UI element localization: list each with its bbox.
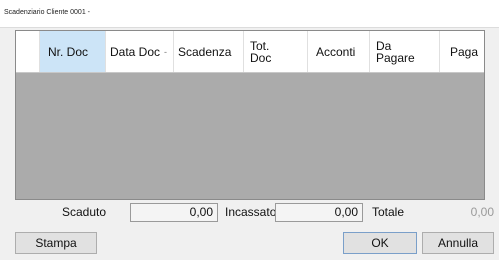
column-label: Data Doc xyxy=(110,44,161,59)
window-title: Scadenziario Cliente 0001 - xyxy=(4,9,90,16)
column-header-acconti[interactable]: Acconti xyxy=(308,31,370,72)
column-header-nr-doc[interactable]: Nr. Doc xyxy=(40,31,106,72)
column-label: Acconti xyxy=(316,44,356,59)
column-label: Paga xyxy=(450,44,479,59)
title-bar: Scadenziario Cliente 0001 - xyxy=(0,4,499,28)
scaduto-value: 0,00 xyxy=(130,203,218,222)
column-header-da-pagare[interactable]: Da Pagare xyxy=(370,31,440,72)
annulla-button[interactable]: Annulla xyxy=(422,232,494,254)
column-header-scadenza[interactable]: Scadenza xyxy=(174,31,244,72)
column-header-tot-doc[interactable]: Tot. Doc xyxy=(244,31,308,72)
grid-header: Nr. Doc Data Doc - Scadenza Tot. Doc Acc… xyxy=(16,31,484,73)
column-label: Da Pagare xyxy=(376,38,415,65)
documents-grid[interactable]: Nr. Doc Data Doc - Scadenza Tot. Doc Acc… xyxy=(15,30,485,200)
incassato-label: Incassato xyxy=(225,205,277,219)
column-label: Nr. Doc xyxy=(48,44,89,59)
row-selector-header[interactable] xyxy=(16,31,40,72)
sort-indicator-icon: - xyxy=(164,46,168,57)
scadenziario-window: Scadenziario Cliente 0001 - Nr. Doc Data… xyxy=(0,0,499,260)
scaduto-label: Scaduto xyxy=(62,205,107,219)
totale-label: Totale xyxy=(372,205,405,219)
stampa-button[interactable]: Stampa xyxy=(15,232,97,254)
incassato-value: 0,00 xyxy=(275,203,363,222)
totale-value: 0,00 xyxy=(470,205,494,219)
column-header-paga[interactable]: Paga xyxy=(440,31,484,72)
column-header-data-doc[interactable]: Data Doc - xyxy=(106,31,174,72)
column-label: Scadenza xyxy=(178,44,232,59)
ok-button[interactable]: OK xyxy=(343,232,417,254)
column-label: Tot. Doc xyxy=(250,38,272,65)
